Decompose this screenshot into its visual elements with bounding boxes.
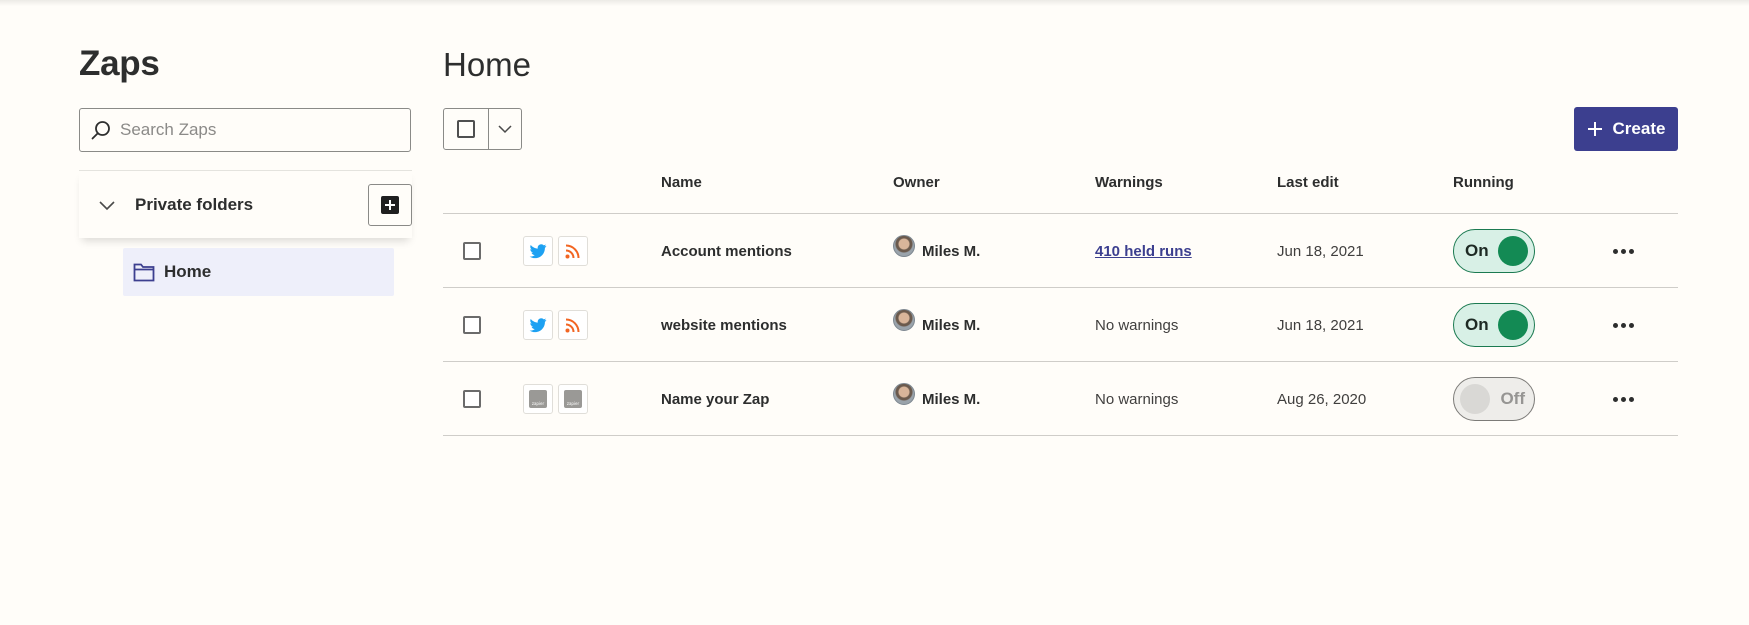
table-row[interactable]: website mentions Miles M. No warnings Ju…: [443, 288, 1678, 362]
owner-name: Miles M.: [922, 242, 981, 260]
app-tile: zapier: [558, 384, 588, 414]
app-tile: zapier: [523, 384, 553, 414]
zap-name[interactable]: website mentions: [661, 288, 787, 362]
warnings-text: No warnings: [1095, 316, 1179, 334]
zapier-placeholder-icon: zapier: [564, 390, 582, 408]
running-toggle[interactable]: Off: [1453, 377, 1535, 421]
top-bar-shadow: [0, 0, 1749, 6]
column-header-running[interactable]: Running: [1453, 174, 1514, 191]
table-header: Name Owner Warnings Last edit Running: [443, 165, 1678, 214]
row-checkbox[interactable]: [463, 316, 481, 334]
private-folders-header[interactable]: Private folders: [79, 170, 412, 238]
avatar: [893, 383, 915, 405]
warnings-link[interactable]: 410 held runs: [1095, 243, 1192, 260]
more-options-icon[interactable]: [1613, 396, 1634, 402]
sidebar-title: Zaps: [79, 44, 160, 83]
table-row[interactable]: zapier zapier Name your Zap Miles M. No …: [443, 362, 1678, 436]
avatar: [893, 235, 915, 257]
folder-icon: [133, 263, 155, 282]
sidebar: Zaps Private folders Home: [79, 40, 412, 296]
add-folder-button[interactable]: [368, 184, 412, 226]
zap-name[interactable]: Account mentions: [661, 214, 792, 288]
chevron-down-icon: [498, 125, 512, 134]
more-options-icon[interactable]: [1613, 248, 1634, 254]
search-icon: [91, 121, 110, 140]
twitter-icon: [529, 318, 547, 333]
bulk-select-control: [443, 108, 522, 150]
rss-icon: [565, 244, 580, 259]
plus-square-icon: [381, 196, 399, 214]
last-edit-date: Aug 26, 2020: [1277, 390, 1367, 408]
column-header-last-edit[interactable]: Last edit: [1277, 174, 1339, 191]
last-edit-date: Jun 18, 2021: [1277, 242, 1364, 260]
row-checkbox[interactable]: [463, 390, 481, 408]
warnings-text: No warnings: [1095, 390, 1179, 408]
toggle-knob: [1498, 310, 1528, 340]
checkbox-icon: [457, 120, 475, 138]
create-button[interactable]: Create: [1574, 107, 1678, 151]
running-toggle[interactable]: On: [1453, 303, 1535, 347]
app-tile: [558, 236, 588, 266]
table-row[interactable]: Account mentions Miles M. 410 held runs …: [443, 214, 1678, 288]
app-tile: [558, 310, 588, 340]
toggle-knob: [1498, 236, 1528, 266]
column-header-name[interactable]: Name: [661, 174, 702, 191]
twitter-icon: [529, 244, 547, 259]
folder-item-home[interactable]: Home: [123, 248, 394, 296]
column-header-warnings[interactable]: Warnings: [1095, 174, 1163, 191]
toggle-label: Off: [1500, 389, 1525, 408]
svg-text:zapier: zapier: [532, 401, 545, 406]
app-tile: [523, 310, 553, 340]
owner-cell: Miles M.: [893, 362, 980, 436]
owner-name: Miles M.: [922, 316, 981, 334]
svg-text:zapier: zapier: [567, 401, 580, 406]
running-toggle[interactable]: On: [1453, 229, 1535, 273]
more-options-icon[interactable]: [1613, 322, 1634, 328]
avatar: [893, 309, 915, 331]
zaps-table: Name Owner Warnings Last edit Running Ac…: [443, 165, 1678, 436]
zapier-placeholder-icon: zapier: [529, 390, 547, 408]
toggle-knob: [1460, 384, 1490, 414]
select-all-checkbox[interactable]: [444, 109, 489, 149]
plus-icon: [1587, 122, 1602, 136]
owner-cell: Miles M.: [893, 214, 980, 288]
owner-cell: Miles M.: [893, 288, 980, 362]
owner-name: Miles M.: [922, 390, 981, 408]
last-edit-date: Jun 18, 2021: [1277, 316, 1364, 334]
search-input[interactable]: [120, 120, 400, 140]
chevron-down-icon[interactable]: [97, 195, 117, 215]
page-title: Home: [443, 46, 532, 83]
toggle-label: On: [1465, 315, 1489, 334]
search-box[interactable]: [79, 108, 411, 152]
main-content: Home Create Name Owner Warnings Last edi…: [443, 40, 1678, 436]
column-header-owner[interactable]: Owner: [893, 174, 940, 191]
zap-name[interactable]: Name your Zap: [661, 362, 769, 436]
row-checkbox[interactable]: [463, 242, 481, 260]
create-button-label: Create: [1612, 119, 1666, 138]
rss-icon: [565, 318, 580, 333]
toggle-label: On: [1465, 241, 1489, 260]
app-tile: [523, 236, 553, 266]
private-folders-label: Private folders: [135, 194, 254, 214]
select-dropdown-button[interactable]: [489, 109, 521, 149]
folder-item-label: Home: [164, 262, 212, 281]
